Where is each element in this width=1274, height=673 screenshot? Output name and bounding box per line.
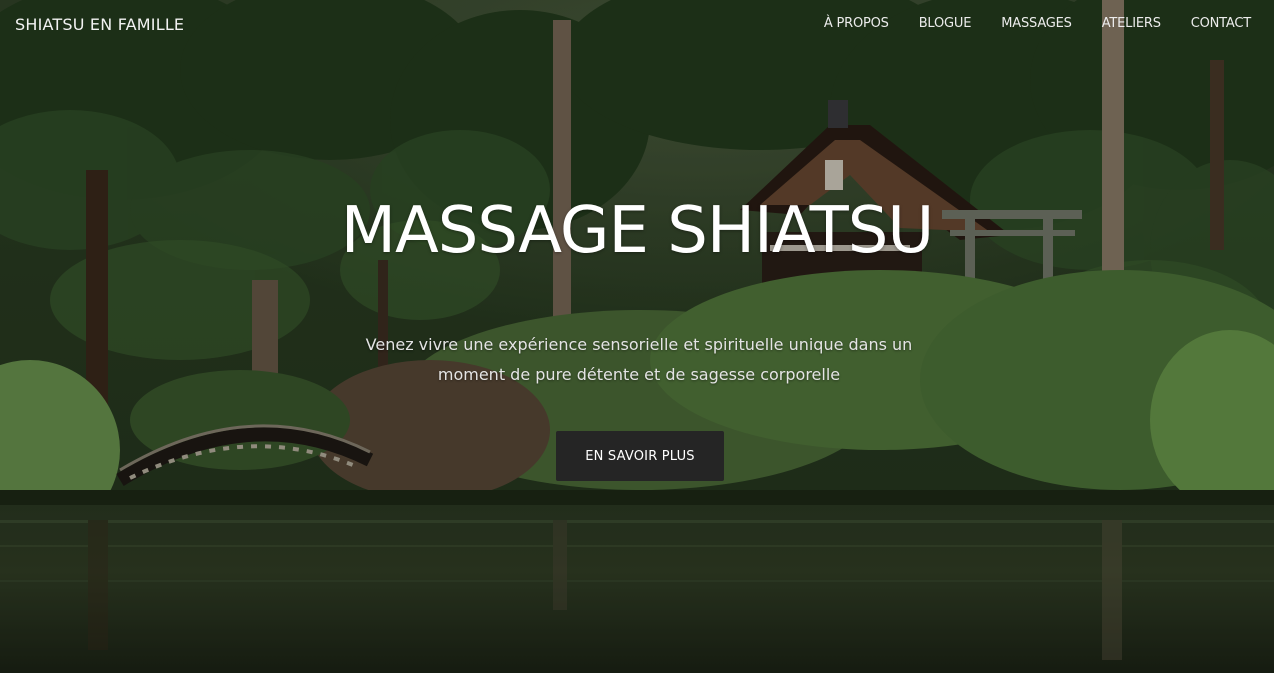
nav-item-a-propos: À PROPOS xyxy=(809,16,904,31)
main-nav: À PROPOS BLOGUE MASSAGES ATELIERS CONTAC… xyxy=(809,16,1266,31)
nav-item-ateliers: ATELIERS xyxy=(1087,16,1176,31)
nav-link-a-propos[interactable]: À PROPOS xyxy=(809,16,904,31)
nav-item-massages: MASSAGES xyxy=(986,16,1086,31)
nav-item-blogue: BLOGUE xyxy=(904,16,987,31)
nav-link-massages[interactable]: MASSAGES xyxy=(986,16,1086,31)
hero-section: SHIATSU EN FAMILLE À PROPOS BLOGUE MASSA… xyxy=(0,0,1274,673)
hero-subtitle: Venez vivre une expérience sensorielle e… xyxy=(365,335,913,384)
site-brand-link[interactable]: SHIATSU EN FAMILLE xyxy=(15,15,184,34)
learn-more-button[interactable]: EN SAVOIR PLUS xyxy=(556,431,724,481)
top-navbar: SHIATSU EN FAMILLE À PROPOS BLOGUE MASSA… xyxy=(0,0,1274,48)
hero-title: MASSAGE SHIATSU xyxy=(340,194,934,268)
nav-item-contact: CONTACT xyxy=(1176,16,1266,31)
nav-link-ateliers[interactable]: ATELIERS xyxy=(1087,16,1176,31)
nav-link-blogue[interactable]: BLOGUE xyxy=(904,16,987,31)
nav-link-contact[interactable]: CONTACT xyxy=(1176,16,1266,31)
